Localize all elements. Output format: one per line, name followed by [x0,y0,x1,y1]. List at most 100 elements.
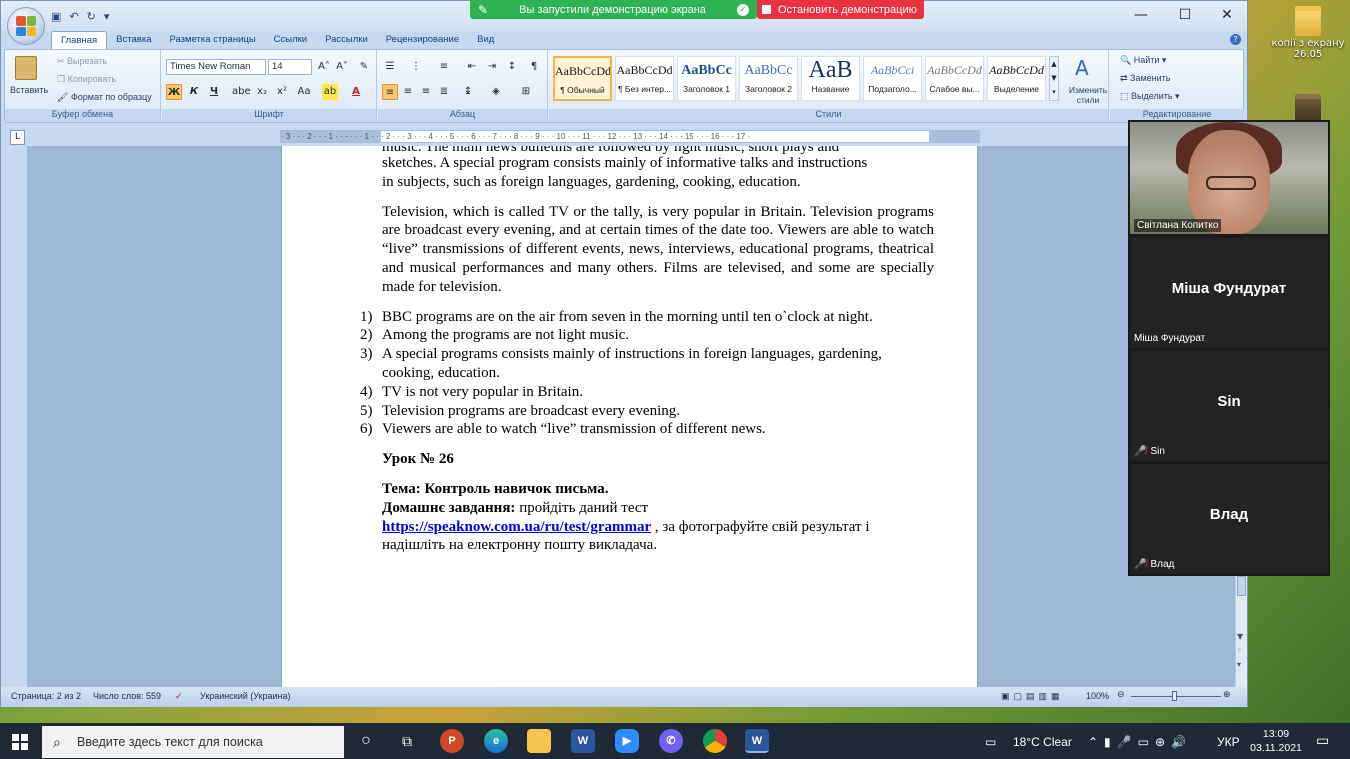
zoom-icon[interactable]: ▶ [615,729,639,753]
participant-tile[interactable]: Міша Фундурат Міша Фундурат [1130,238,1328,348]
close-button[interactable]: ✕ [1207,5,1247,25]
style-title[interactable]: AaB Название [801,56,860,101]
zoom-slider[interactable]: ⊖ ⊕ [1117,689,1235,702]
tab-mailings[interactable]: Рассылки [316,31,377,49]
tab-insert[interactable]: Вставка [107,31,160,49]
shading-icon[interactable]: ◈ [488,84,504,100]
redo-icon[interactable]: ↻ [87,10,96,23]
underline-button[interactable]: Ч [206,84,222,100]
file-explorer-icon[interactable] [527,729,551,753]
participant-tile[interactable]: Влад 🎤̸ Влад [1130,464,1328,574]
bold-button[interactable]: Ж [166,84,182,100]
spellcheck-icon[interactable]: ✓ [175,691,183,702]
align-right-icon[interactable]: ≡ [418,84,434,100]
style-subtle-emphasis[interactable]: AaBbCcDd Слабое вы... [925,56,984,101]
tab-view[interactable]: Вид [468,31,503,49]
shrink-font-button[interactable]: A˅ [334,59,350,75]
show-marks-icon[interactable]: ¶ [526,59,542,75]
tab-selector[interactable]: L [10,130,25,145]
task-view-icon[interactable]: ⧉ [395,729,419,753]
edge-icon[interactable]: e [484,729,508,753]
tab-home[interactable]: Главная [51,31,108,49]
zoom-out-icon[interactable]: ⊖ [1117,689,1125,700]
font-color-icon[interactable]: A [348,84,364,100]
clear-format-button[interactable]: ✎ [356,59,372,75]
change-case-button[interactable]: Aa [296,84,312,100]
clock[interactable]: 13:09 03.11.2021 [1248,727,1304,755]
taskbar-search[interactable]: ⌕ Введите здесь текст для поиска [42,726,344,758]
minimize-button[interactable]: — [1121,5,1161,25]
word-icon[interactable]: W [571,729,595,753]
styles-scroll[interactable]: ▲ ▼ ▾ [1049,56,1059,101]
numbering-icon[interactable]: ⋮ [408,59,424,75]
weather-icon[interactable]: ▭ [985,735,996,749]
cut-button[interactable]: ✂ Вырезать [57,56,107,67]
grow-font-button[interactable]: A˄ [316,59,332,75]
word-active-icon[interactable]: W [745,729,769,753]
office-button[interactable] [7,7,45,45]
zoom-thumb[interactable] [1172,691,1177,701]
multilevel-list-icon[interactable]: ≡ [436,59,452,75]
style-subtitle[interactable]: AaBbCci Подзаголо... [863,56,922,101]
borders-icon[interactable]: ⊞ [518,84,534,100]
participant-tile[interactable]: Sin 🎤̸ Sin [1130,351,1328,461]
style-heading-1[interactable]: AaBbCc Заголовок 1 [677,56,736,101]
chrome-icon[interactable] [703,729,727,753]
viber-icon[interactable]: ✆ [659,729,683,753]
input-language[interactable]: УКР [1217,735,1240,749]
change-styles-icon[interactable]: A [1075,56,1089,80]
page-count[interactable]: Страница: 2 из 2 [11,691,81,701]
tab-page-layout[interactable]: Разметка страницы [160,31,264,49]
browse-buttons[interactable]: ▼ ◦ ▾ [1237,630,1243,672]
tab-review[interactable]: Рецензирование [377,31,468,49]
bullets-icon[interactable]: ☰ [382,59,398,75]
font-name-combo[interactable]: Times New Roman [166,59,266,75]
sort-icon[interactable]: ↕ [504,59,520,75]
style-no-spacing[interactable]: AaBbCcDd ¶ Без интер... [615,56,674,101]
participant-video[interactable]: Світлана Копитко [1130,122,1328,234]
document-page[interactable]: music. The main news bulletins are follo… [281,146,978,687]
subscript-button[interactable]: x₂ [254,84,270,100]
screen-share-status[interactable]: ✎ Вы запустили демонстрацию экрана ✓ [470,0,757,19]
paste-icon[interactable] [15,56,37,80]
strikethrough-button[interactable]: abe [232,84,251,100]
view-buttons[interactable]: ▣▢▤▥▦ [1001,691,1064,702]
increase-indent-icon[interactable]: ⇥ [484,59,500,75]
font-size-combo[interactable]: 14 [268,59,312,75]
zoom-in-icon[interactable]: ⊕ [1223,689,1231,700]
stop-share-button[interactable]: Остановить демонстрацию [757,0,924,19]
save-icon[interactable]: ▣ [51,10,61,23]
powerpoint-icon[interactable]: P [440,729,464,753]
help-icon[interactable]: ? [1230,34,1241,45]
paste-button[interactable]: Вставить [10,85,48,95]
zoom-level[interactable]: 100% [1086,691,1109,701]
format-painter-button[interactable]: 🖌 Формат по образцу [57,92,152,103]
windows-start-icon[interactable] [12,734,28,750]
desktop-folder-icon[interactable]: копії з екрану 26.05 [1268,6,1348,60]
justify-icon[interactable]: ≣ [436,84,452,100]
word-count[interactable]: Число слов: 559 [93,691,161,701]
italic-button[interactable]: К [186,84,202,100]
scroll-thumb[interactable] [1237,576,1246,596]
language-indicator[interactable]: Украинский (Украина) [200,691,291,701]
undo-icon[interactable]: ↶ [69,10,78,23]
notifications-icon[interactable]: ▭ [1316,732,1329,749]
horizontal-ruler[interactable]: · 3 · · · 2 · · · 1 · · · · · · 1 · · · … [280,130,980,143]
tray-icons[interactable]: ⌃▮🎤▭⊕🔊 [1088,735,1192,749]
maximize-button[interactable]: ☐ [1165,5,1205,25]
superscript-button[interactable]: x² [274,84,290,100]
change-styles-button[interactable]: Изменить стили [1063,85,1113,105]
find-button[interactable]: 🔍 Найти ▾ [1120,55,1166,66]
align-left-icon[interactable]: ≡ [382,84,398,100]
style-normal[interactable]: AaBbCcDd ¶ Обычный [553,56,612,101]
customize-qat-icon[interactable]: ▾ [104,10,110,23]
style-heading-2[interactable]: AaBbCc Заголовок 2 [739,56,798,101]
copy-button[interactable]: ❐ Копировать [57,74,116,85]
decrease-indent-icon[interactable]: ⇤ [464,59,480,75]
replace-button[interactable]: ⇄ Заменить [1120,73,1171,84]
select-button[interactable]: ⬚ Выделить ▾ [1120,91,1180,102]
tab-references[interactable]: Ссылки [265,31,316,49]
line-spacing-icon[interactable]: ↨ [460,84,476,100]
style-emphasis[interactable]: AaBbCcDd Выделение [987,56,1046,101]
weather-text[interactable]: 18°C Clear [1013,735,1072,749]
